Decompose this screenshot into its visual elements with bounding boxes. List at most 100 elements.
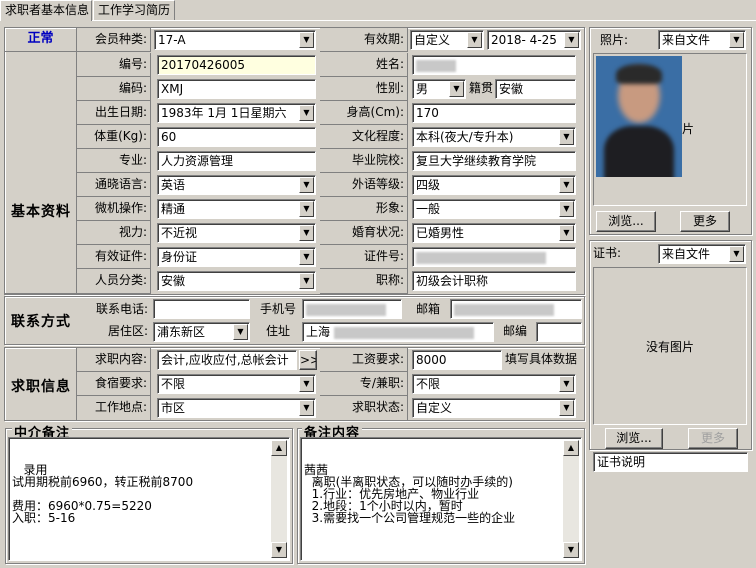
- chevron-down-icon: ▼: [299, 177, 314, 193]
- photo-label: 照片:: [600, 33, 629, 47]
- address-field[interactable]: 上海: [302, 322, 494, 342]
- phone-label: 联系电话:: [95, 302, 148, 316]
- mobile-label: 手机号: [259, 302, 296, 316]
- chevron-down-icon: ▼: [233, 324, 248, 340]
- number-field[interactable]: 20170426005: [157, 55, 316, 75]
- chevron-down-icon: ▼: [559, 129, 574, 145]
- remark-scrollbar[interactable]: ▲ ▼: [563, 440, 579, 558]
- chevron-down-icon: ▼: [559, 177, 574, 193]
- chevron-down-icon: ▼: [559, 400, 574, 416]
- native-place-field[interactable]: 安徽: [495, 79, 576, 99]
- job-type-label: 专/兼职:: [320, 372, 408, 396]
- gender-label: 性别:: [320, 77, 408, 101]
- board-select[interactable]: 不限 ▼: [157, 374, 316, 394]
- weight-label: 体重(Kg):: [77, 125, 151, 149]
- title-field[interactable]: 初级会计职称: [412, 271, 576, 291]
- chevron-down-icon: ▼: [299, 400, 314, 416]
- contact-section-title: 联系方式: [11, 314, 71, 330]
- remark-textarea[interactable]: 茜茜 离职(半离职状态，可以随时办手续的) 1.行业：优先房地产、物业行业 2.…: [300, 437, 582, 561]
- marital-select[interactable]: 已婚男性 ▼: [412, 223, 576, 243]
- height-field[interactable]: 170: [412, 103, 576, 123]
- gender-select[interactable]: 男 ▼: [412, 79, 466, 99]
- marital-label: 婚育状况:: [320, 221, 408, 245]
- agent-note-textarea[interactable]: 录用 试用期税前6960，转正税前8700 费用：6960*0.75=5220 …: [8, 437, 290, 561]
- chevron-down-icon: ▼: [559, 376, 574, 392]
- code-field[interactable]: XMJ: [157, 79, 316, 99]
- id-type-select[interactable]: 身份证 ▼: [157, 247, 316, 267]
- tab-resume[interactable]: 工作学习简历: [93, 0, 175, 20]
- id-number-field[interactable]: [412, 247, 576, 267]
- cert-source-select[interactable]: 来自文件 ▼: [658, 244, 746, 264]
- education-select[interactable]: 本科(夜大/专升本) ▼: [412, 127, 576, 147]
- language-label: 通晓语言:: [77, 173, 151, 197]
- salary-field[interactable]: 8000: [412, 350, 502, 370]
- birth-date-picker[interactable]: 1983年 1月 1日星期六 ▼: [157, 103, 316, 123]
- major-label: 专业:: [77, 149, 151, 173]
- major-field[interactable]: 人力资源管理: [157, 151, 316, 171]
- cert-empty-text: 没有图片: [645, 340, 694, 354]
- chevron-down-icon: ▼: [449, 81, 464, 97]
- id-number-label: 证件号:: [320, 245, 408, 269]
- photo-image: [596, 56, 682, 177]
- job-state-label: 求职状态:: [320, 396, 408, 420]
- job-content-label: 求职内容:: [77, 348, 151, 372]
- native-place-label: 籍贯: [469, 81, 494, 95]
- zip-field[interactable]: [536, 322, 582, 342]
- photo-browse-button[interactable]: 浏览...: [596, 211, 656, 232]
- member-type-label: 会员种类:: [77, 28, 151, 52]
- cert-more-button[interactable]: 更多: [688, 428, 738, 449]
- title-label: 职称:: [320, 269, 408, 294]
- job-type-select[interactable]: 不限 ▼: [412, 374, 576, 394]
- chevron-down-icon: ▼: [299, 32, 314, 48]
- job-content-field[interactable]: 会计,应收应付,总帐会计: [157, 350, 297, 370]
- name-field[interactable]: [412, 55, 576, 75]
- height-label: 身高(Cm):: [320, 101, 408, 125]
- location-select[interactable]: 市区 ▼: [157, 398, 316, 418]
- district-select[interactable]: 浦东新区 ▼: [153, 322, 250, 342]
- language-select[interactable]: 英语 ▼: [157, 175, 316, 195]
- cert-browse-button[interactable]: 浏览...: [605, 428, 663, 449]
- computer-skill-select[interactable]: 精通 ▼: [157, 199, 316, 219]
- agent-note-scrollbar[interactable]: ▲ ▼: [271, 440, 287, 558]
- weight-field[interactable]: 60: [157, 127, 316, 147]
- cert-note-field[interactable]: 证书说明: [593, 452, 748, 472]
- chevron-down-icon: ▼: [559, 225, 574, 241]
- vision-select[interactable]: 不近视 ▼: [157, 223, 316, 243]
- category-select[interactable]: 安徽 ▼: [157, 271, 316, 291]
- salary-hint: 填写具体数据: [505, 352, 578, 366]
- address-label: 住址: [265, 324, 290, 338]
- zip-label: 邮编: [502, 324, 527, 338]
- mobile-field[interactable]: [302, 299, 402, 319]
- tab-basic-info[interactable]: 求职者基本信息: [0, 0, 92, 21]
- job-state-select[interactable]: 自定义 ▼: [412, 398, 576, 418]
- chevron-down-icon: ▼: [299, 201, 314, 217]
- code-label: 编码:: [77, 77, 151, 101]
- appearance-label: 形象:: [320, 197, 408, 221]
- category-label: 人员分类:: [77, 269, 151, 294]
- appearance-select[interactable]: 一般 ▼: [412, 199, 576, 219]
- scroll-down-icon[interactable]: ▼: [271, 542, 287, 558]
- location-label: 工作地点:: [77, 396, 151, 420]
- language-level-select[interactable]: 四级 ▼: [412, 175, 576, 195]
- chevron-down-icon: ▼: [299, 249, 314, 265]
- photo-caption: 片: [682, 122, 695, 136]
- language-level-label: 外语等级:: [320, 173, 408, 197]
- member-type-select[interactable]: 17-A ▼: [154, 30, 316, 50]
- board-label: 食宿要求:: [77, 372, 151, 396]
- email-field[interactable]: [450, 299, 582, 319]
- school-label: 毕业院校:: [320, 149, 408, 173]
- scroll-up-icon[interactable]: ▲: [563, 440, 579, 456]
- validity-date-picker[interactable]: 2018- 4-25 ▼: [487, 30, 581, 50]
- phone-field[interactable]: [153, 299, 250, 319]
- cert-label: 证书:: [593, 246, 622, 260]
- school-field[interactable]: 复旦大学继续教育学院: [412, 151, 576, 171]
- validity-mode-select[interactable]: 自定义 ▼: [410, 30, 484, 50]
- scroll-down-icon[interactable]: ▼: [563, 542, 579, 558]
- photo-source-select[interactable]: 来自文件 ▼: [658, 30, 746, 50]
- job-content-more-button[interactable]: >>: [299, 350, 317, 370]
- chevron-down-icon: ▼: [299, 105, 314, 121]
- photo-more-button[interactable]: 更多: [680, 211, 730, 232]
- scroll-up-icon[interactable]: ▲: [271, 440, 287, 456]
- birth-date-label: 出生日期:: [77, 101, 151, 125]
- validity-label: 有效期:: [320, 28, 408, 52]
